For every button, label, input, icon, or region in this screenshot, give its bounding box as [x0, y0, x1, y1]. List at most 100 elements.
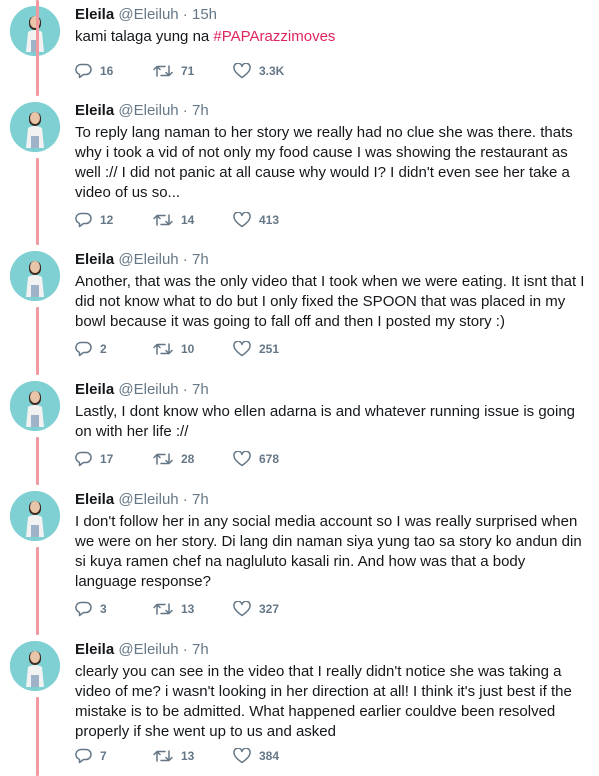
separator: ·: [178, 251, 192, 268]
tweet-header: Eleila @Eleiluh · 7h: [75, 102, 209, 120]
like-button[interactable]: 384: [233, 747, 279, 765]
tweet[interactable]: Eleila @Eleiluh · 7h Lastly, I dont know…: [0, 375, 599, 485]
reply-icon: [75, 212, 92, 228]
handle[interactable]: @Eleiluh: [118, 491, 178, 508]
tweet-header: Eleila @Eleiluh · 15h: [75, 6, 217, 24]
retweet-icon: [153, 65, 173, 77]
avatar[interactable]: [10, 102, 60, 152]
separator: ·: [178, 381, 192, 398]
handle[interactable]: @Eleiluh: [118, 641, 178, 658]
heart-icon: [233, 212, 251, 228]
retweet-button[interactable]: 14: [153, 211, 194, 229]
separator: ·: [178, 641, 192, 658]
heart-icon: [233, 341, 251, 357]
avatar[interactable]: [10, 381, 60, 431]
display-name[interactable]: Eleila: [75, 251, 114, 268]
like-count: 327: [259, 602, 280, 616]
display-name[interactable]: Eleila: [75, 102, 114, 119]
heart-icon: [233, 748, 251, 764]
reply-button[interactable]: 17: [75, 450, 113, 468]
retweet-icon: [153, 343, 173, 355]
handle[interactable]: @Eleiluh: [118, 381, 178, 398]
display-name[interactable]: Eleila: [75, 381, 114, 398]
avatar[interactable]: [10, 491, 60, 541]
retweet-button[interactable]: 10: [153, 340, 194, 358]
timestamp[interactable]: 7h: [192, 381, 209, 398]
tweet-header: Eleila @Eleiluh · 7h: [75, 641, 209, 659]
reply-button[interactable]: 7: [75, 747, 107, 765]
reply-button[interactable]: 2: [75, 340, 107, 358]
reply-button[interactable]: 16: [75, 62, 113, 80]
tweet[interactable]: Eleila @Eleiluh · 7h Another, that was t…: [0, 245, 599, 375]
like-count: 413: [259, 213, 280, 227]
tweet-header: Eleila @Eleiluh · 7h: [75, 491, 209, 509]
display-name[interactable]: Eleila: [75, 641, 114, 658]
retweet-icon: [153, 750, 173, 762]
reply-icon: [75, 601, 92, 617]
tweet-text: Lastly, I dont know who ellen adarna is …: [75, 403, 576, 440]
separator: ·: [178, 6, 192, 23]
timestamp[interactable]: 7h: [192, 491, 209, 508]
tweet[interactable]: Eleila @Eleiluh · 15h kami talaga yung n…: [0, 0, 599, 96]
reply-count: 17: [100, 452, 114, 466]
retweet-button[interactable]: 13: [153, 747, 194, 765]
tweet-text: clearly you can see in the video that I …: [75, 663, 572, 740]
like-button[interactable]: 413: [233, 211, 279, 229]
display-name[interactable]: Eleila: [75, 6, 114, 23]
timestamp[interactable]: 15h: [192, 6, 217, 23]
reply-count: 3: [100, 602, 107, 616]
tweet-header: Eleila @Eleiluh · 7h: [75, 381, 209, 399]
avatar[interactable]: [10, 6, 60, 56]
reply-count: 7: [100, 749, 107, 763]
tweet[interactable]: Eleila @Eleiluh · 7h To reply lang naman…: [0, 0, 599, 245]
retweet-button[interactable]: 71: [153, 62, 194, 80]
thread-line: [36, 697, 39, 776]
like-button[interactable]: 678: [233, 450, 279, 468]
display-name[interactable]: Eleila: [75, 491, 114, 508]
retweet-button[interactable]: 13: [153, 600, 194, 618]
retweet-button[interactable]: 28: [153, 450, 194, 468]
thread-line: [36, 0, 39, 95]
avatar[interactable]: [10, 251, 60, 301]
like-button[interactable]: 3.3K: [233, 62, 284, 80]
retweet-count: 13: [181, 602, 195, 616]
tweet-thread: Eleila @Eleiluh · 15h kami talaga yung n…: [0, 0, 599, 776]
reply-icon: [75, 451, 92, 467]
like-button[interactable]: 251: [233, 340, 279, 358]
tweet-text: kami talaga yung na #PAPArazzimoves: [75, 27, 585, 47]
thread-line: [36, 437, 39, 485]
retweet-count: 71: [181, 64, 195, 78]
tweet[interactable]: Eleila @Eleiluh · 7h I don't follow her …: [0, 485, 599, 635]
reply-button[interactable]: 3: [75, 600, 107, 618]
retweet-count: 14: [181, 213, 195, 227]
hashtag-link[interactable]: #PAPArazzimoves: [213, 28, 335, 45]
reply-icon: [75, 748, 92, 764]
timestamp[interactable]: 7h: [192, 102, 209, 119]
separator: ·: [178, 491, 192, 508]
separator: ·: [178, 102, 192, 119]
reply-count: 16: [100, 64, 114, 78]
retweet-count: 28: [181, 452, 195, 466]
tweet-text-body: kami talaga yung na: [75, 28, 214, 45]
tweet-text: I don't follow her in any social media a…: [75, 513, 582, 590]
timestamp[interactable]: 7h: [192, 251, 209, 268]
like-button[interactable]: 327: [233, 600, 279, 618]
reply-button[interactable]: 12: [75, 211, 113, 229]
handle[interactable]: @Eleiluh: [118, 6, 178, 23]
like-count: 251: [259, 342, 280, 356]
like-count: 3.3K: [259, 64, 285, 78]
tweet-header: Eleila @Eleiluh · 7h: [75, 251, 209, 269]
retweet-icon: [153, 603, 173, 615]
handle[interactable]: @Eleiluh: [118, 102, 178, 119]
timestamp[interactable]: 7h: [192, 641, 209, 658]
thread-line: [36, 158, 39, 245]
retweet-icon: [153, 453, 173, 465]
reply-count: 2: [100, 342, 107, 356]
handle[interactable]: @Eleiluh: [118, 251, 178, 268]
reply-icon: [75, 341, 92, 357]
tweet[interactable]: Eleila @Eleiluh · 7h clearly you can see…: [0, 635, 599, 776]
reply-icon: [75, 63, 92, 79]
heart-icon: [233, 63, 251, 79]
avatar[interactable]: [10, 641, 60, 691]
like-count: 384: [259, 749, 280, 763]
